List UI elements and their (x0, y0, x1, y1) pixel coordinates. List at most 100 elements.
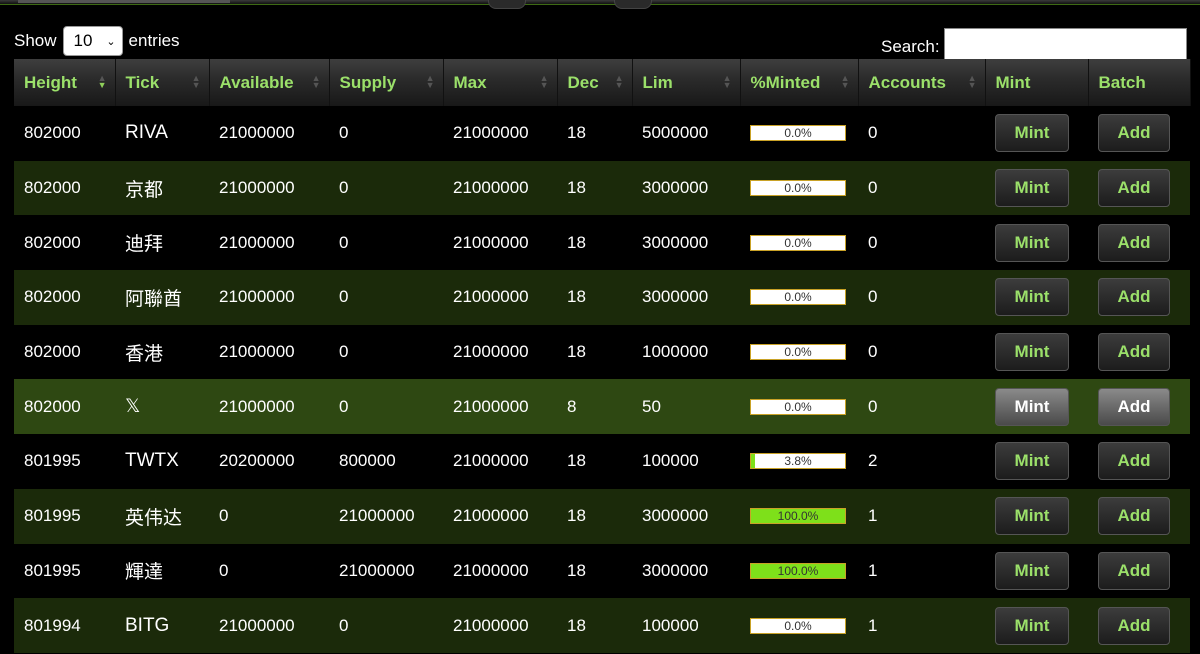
cell-minted: 3.8% (740, 434, 858, 489)
cell-tick: 輝達 (115, 543, 209, 599)
cell-tick: BITG (115, 598, 209, 653)
cell-height: 801994 (14, 598, 115, 653)
sort-arrows-icon: ▲ ▼ (425, 73, 435, 90)
minted-progress-label: 3.8% (784, 454, 812, 469)
cell-tick: 𝕏 (115, 379, 209, 435)
cell-accounts: 2 (858, 434, 985, 489)
add-batch-button[interactable]: Add (1098, 442, 1170, 481)
cell-lim: 3000000 (632, 543, 740, 599)
scroll-knob-left[interactable] (488, 0, 526, 9)
table-row: 801994 BITG 21000000 0 21000000 18 100000 0.0% 1… (14, 598, 1190, 653)
mint-button[interactable]: Mint (995, 387, 1069, 426)
mint-button[interactable]: Mint (995, 278, 1069, 317)
cell-lim: 100000 (632, 598, 740, 653)
sort-arrows-icon: ▲ ▼ (191, 73, 201, 90)
cell-minted: 0.0% (740, 160, 858, 216)
cell-available: 0 (209, 488, 329, 544)
add-batch-button[interactable]: Add (1098, 223, 1170, 262)
cell-accounts: 0 (858, 270, 985, 325)
column-header-label: Available (219, 72, 294, 92)
cell-mint: Mint (985, 543, 1088, 599)
cell-supply: 0 (329, 598, 443, 653)
cell-height: 802000 (14, 106, 115, 161)
column-header-label: Dec (567, 72, 599, 92)
cell-accounts: 1 (858, 488, 985, 544)
cell-lim: 3000000 (632, 488, 740, 544)
cell-batch: Add (1088, 488, 1190, 544)
cell-batch: Add (1088, 160, 1190, 216)
cell-mint: Mint (985, 160, 1088, 216)
column-header-supply[interactable]: Supply ▲ ▼ (329, 59, 444, 106)
cell-tick: 京都 (115, 160, 209, 216)
cell-accounts: 1 (858, 543, 985, 599)
cell-minted: 0.0% (740, 215, 858, 271)
top-tab (18, 0, 230, 3)
minted-progress-bar: 0.0% (750, 289, 846, 306)
search-label: Search: (881, 37, 940, 56)
column-header-batch[interactable]: Batch (1088, 59, 1191, 106)
mint-button[interactable]: Mint (995, 114, 1069, 153)
cell-height: 801995 (14, 434, 115, 489)
add-batch-button[interactable]: Add (1098, 497, 1170, 536)
add-batch-button[interactable]: Add (1098, 114, 1170, 153)
column-header-mint[interactable]: Mint (985, 59, 1089, 106)
cell-height: 802000 (14, 215, 115, 271)
mint-button[interactable]: Mint (995, 442, 1069, 481)
cell-mint: Mint (985, 106, 1088, 161)
table-row: 802000 阿聯酋 21000000 0 21000000 18 3000000 0.0% 0… (14, 270, 1190, 325)
cell-batch: Add (1088, 379, 1190, 435)
table-row: 801995 輝達 0 21000000 21000000 18 3000000 100.0%… (14, 543, 1190, 599)
cell-available: 21000000 (209, 270, 329, 325)
cell-available: 0 (209, 543, 329, 599)
cell-mint: Mint (985, 434, 1088, 489)
cell-height: 801995 (14, 543, 115, 599)
add-batch-button[interactable]: Add (1098, 278, 1170, 317)
add-batch-button[interactable]: Add (1098, 606, 1170, 645)
cell-dec: 18 (557, 215, 632, 271)
cell-accounts: 0 (858, 160, 985, 216)
mint-button[interactable]: Mint (995, 497, 1069, 536)
scroll-knob-right[interactable] (614, 0, 652, 9)
column-header-pct-minted[interactable]: %Minted ▲ ▼ (740, 59, 859, 106)
add-batch-button[interactable]: Add (1098, 333, 1170, 372)
cell-dec: 18 (557, 434, 632, 489)
column-header-max[interactable]: Max ▲ ▼ (443, 59, 558, 106)
column-header-dec[interactable]: Dec ▲ ▼ (557, 59, 633, 106)
table-controls: Show 10 ⌄ entries Search: (0, 18, 1200, 66)
cell-minted: 0.0% (740, 379, 858, 435)
entries-select[interactable]: 10 ⌄ (62, 26, 123, 56)
minted-progress-label: 100.0% (777, 563, 819, 578)
sort-arrows-icon: ▲ ▼ (97, 73, 107, 90)
cell-batch: Add (1088, 324, 1190, 380)
table-body: 802000 RIVA 21000000 0 21000000 18 5000000 0.0%… (14, 106, 1190, 653)
minted-progress-label: 0.0% (784, 290, 812, 305)
minted-progress-bar: 100.0% (750, 562, 846, 579)
column-header-height[interactable]: Height ▲ ▼ (14, 59, 116, 106)
cell-mint: Mint (985, 379, 1088, 435)
minted-progress-bar: 3.8% (750, 453, 846, 470)
minted-progress-bar: 0.0% (750, 234, 846, 251)
mint-button[interactable]: Mint (995, 551, 1069, 590)
cell-supply: 0 (329, 106, 443, 161)
cell-height: 802000 (14, 160, 115, 216)
column-header-accounts[interactable]: Accounts ▲ ▼ (858, 59, 986, 106)
column-header-available[interactable]: Available ▲ ▼ (209, 59, 330, 106)
minted-progress-label: 0.0% (784, 399, 812, 414)
mint-button[interactable]: Mint (995, 169, 1069, 208)
column-header-tick[interactable]: Tick ▲ ▼ (115, 59, 210, 106)
cell-dec: 8 (557, 379, 632, 435)
cell-tick: TWTX (115, 434, 209, 489)
minted-progress-label: 0.0% (784, 345, 812, 360)
cell-batch: Add (1088, 270, 1190, 325)
table-row: 802000 香港 21000000 0 21000000 18 1000000 0.0% 0 M… (14, 324, 1190, 380)
cell-max: 21000000 (443, 160, 557, 216)
add-batch-button[interactable]: Add (1098, 169, 1170, 208)
column-header-lim[interactable]: Lim ▲ ▼ (632, 59, 741, 106)
table-row: 801995 TWTX 20200000 800000 21000000 18 100000… (14, 434, 1190, 489)
mint-button[interactable]: Mint (995, 333, 1069, 372)
mint-button[interactable]: Mint (995, 606, 1069, 645)
mint-button[interactable]: Mint (995, 223, 1069, 262)
add-batch-button[interactable]: Add (1098, 551, 1170, 590)
add-batch-button[interactable]: Add (1098, 387, 1170, 426)
tokens-table: Height ▲ ▼ Tick ▲ ▼ Available ▲ ▼ Supply ▲ ▼ Max ▲ ▼ De… (14, 59, 1191, 653)
